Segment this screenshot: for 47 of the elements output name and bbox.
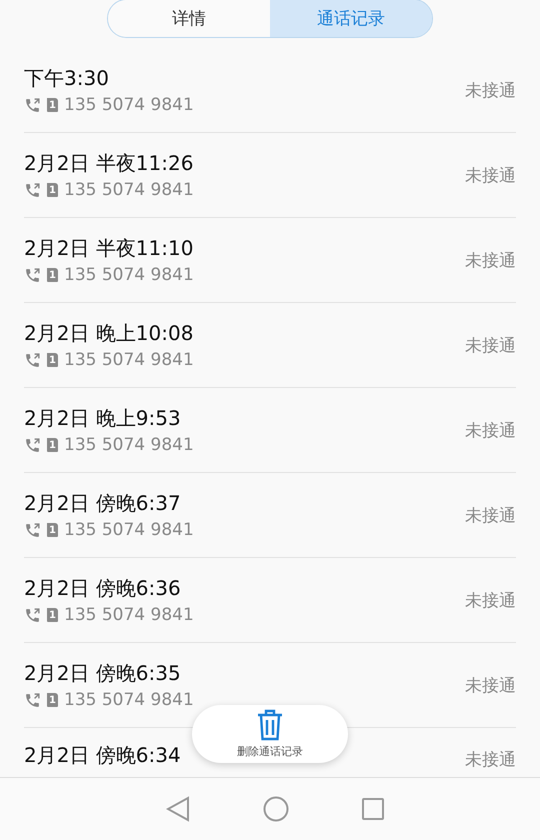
sim-card-badge: 1: [47, 98, 58, 112]
outgoing-call-icon: [24, 182, 41, 198]
call-status: 未接通: [465, 420, 516, 442]
call-time: 2月2日 晚上10:08: [24, 320, 194, 347]
outgoing-call-icon: [24, 606, 41, 624]
call-time: 2月2日 傍晚6:35: [24, 660, 182, 687]
phone-number: 135 5074 9841: [64, 180, 194, 200]
call-status: 未接通: [465, 674, 516, 696]
call-time: 2月2日 半夜11:10: [24, 235, 194, 262]
call-time: 下午3:30: [24, 65, 110, 92]
call-status: 未接通: [465, 590, 516, 612]
call-time: 2月2日 半夜11:26: [24, 150, 194, 177]
call-status: 未接通: [465, 504, 516, 526]
outgoing-call-icon: [24, 522, 41, 538]
outgoing-call-icon: [24, 436, 41, 454]
call-status: 未接通: [465, 80, 516, 102]
outgoing-call-icon: [24, 266, 41, 284]
delete-call-log-button[interactable]: 删除通话记录: [192, 705, 348, 763]
outgoing-call-icon: [24, 96, 41, 114]
sim-card-badge: 1: [47, 523, 58, 537]
call-status: 未接通: [465, 334, 516, 356]
sim-card-badge: 1: [47, 268, 58, 282]
call-status: 未接通: [465, 164, 516, 186]
recents-icon[interactable]: [362, 798, 384, 820]
phone-number: 135 5074 9841: [64, 95, 194, 115]
call-time: 2月2日 傍晚6:36: [24, 575, 182, 602]
phone-number: 135 5074 9841: [64, 605, 194, 625]
outgoing-call-icon: [24, 692, 41, 708]
sim-card-badge: 1: [47, 693, 58, 707]
sim-card-badge: 1: [47, 438, 58, 452]
phone-number: 135 5074 9841: [64, 690, 194, 710]
call-time: 2月2日 傍晚6:34: [24, 742, 181, 769]
sim-card-badge: 1: [47, 183, 58, 197]
call-status: 未接通: [465, 250, 516, 272]
call-status: 未接通: [465, 749, 516, 771]
outgoing-call-icon: [24, 352, 41, 368]
trash-icon: [256, 709, 284, 741]
phone-number: 135 5074 9841: [64, 350, 194, 370]
call-time: 2月2日 傍晚6:37: [24, 490, 182, 517]
phone-number: 135 5074 9841: [64, 520, 194, 540]
sim-card-badge: 1: [47, 608, 58, 622]
call-time: 2月2日 晚上9:53: [24, 405, 182, 432]
phone-number: 135 5074 9841: [64, 435, 194, 455]
home-icon[interactable]: [262, 796, 289, 822]
sim-card-badge: 1: [47, 353, 58, 367]
back-icon[interactable]: [166, 796, 190, 822]
phone-number: 135 5074 9841: [64, 265, 194, 285]
